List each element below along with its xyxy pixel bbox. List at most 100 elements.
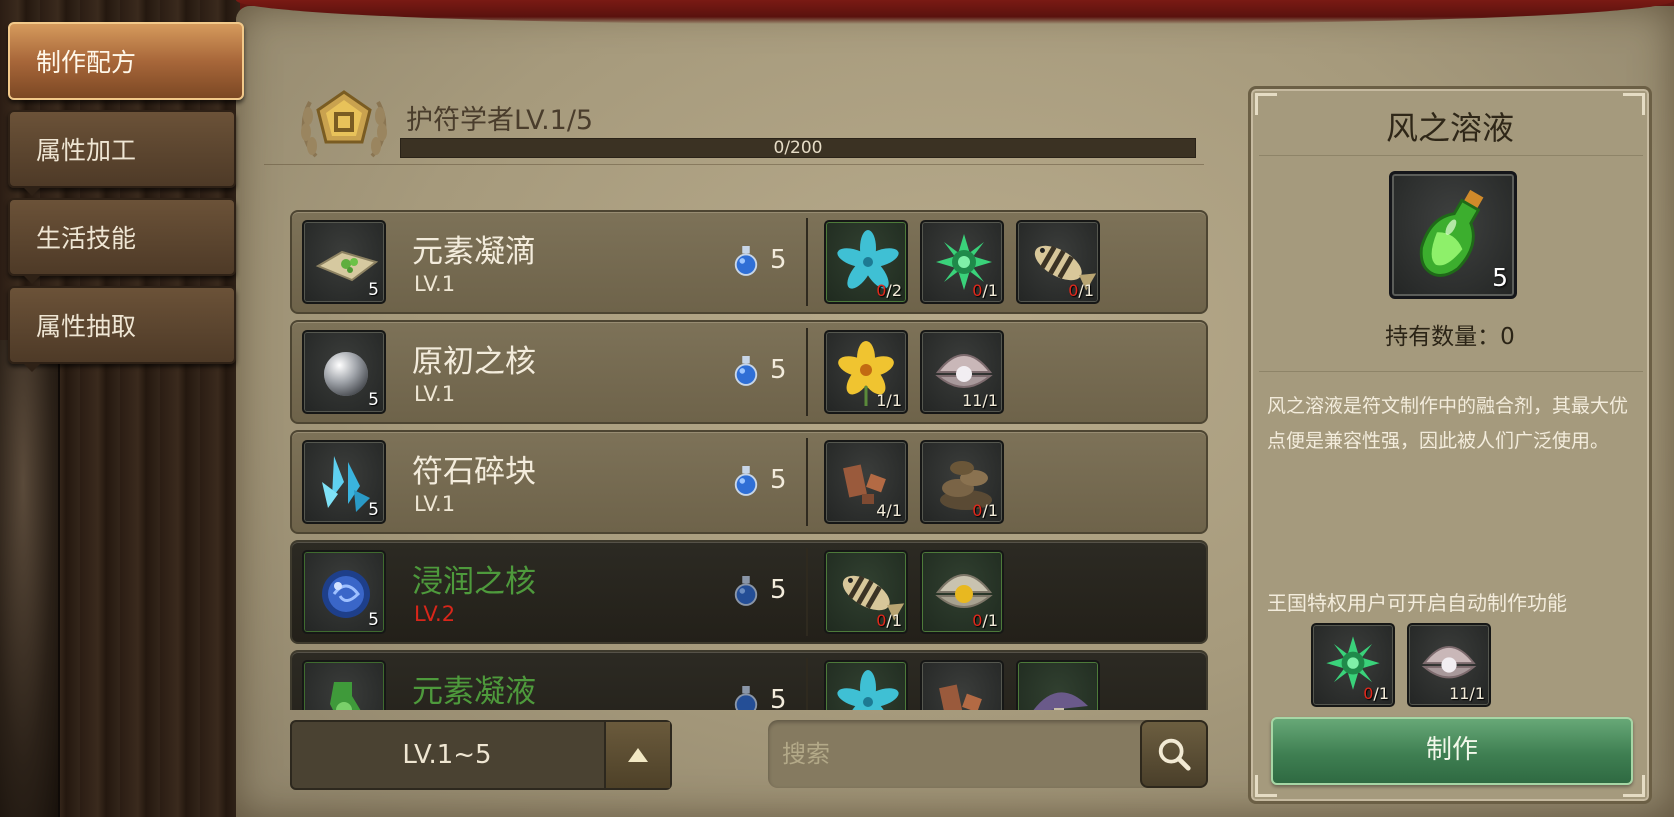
- recipe-cost: 5: [732, 460, 812, 500]
- material-need: /1: [982, 501, 998, 520]
- tab-life-skills[interactable]: 生活技能: [8, 198, 236, 284]
- cost-value: 5: [770, 575, 787, 605]
- detail-item-count: 5: [1492, 263, 1508, 292]
- material-have: 0: [876, 611, 887, 630]
- recipe-row[interactable]: 5 原初之核 LV.1 5 1/1 11/1: [290, 320, 1208, 424]
- recipe-row[interactable]: 5 元素凝滴 LV.1 5 0/2 0/1 0/1: [290, 210, 1208, 314]
- material-need: /1: [982, 391, 998, 410]
- search-button[interactable]: [1140, 720, 1208, 788]
- material-count: 0/1: [972, 611, 998, 630]
- blue-potion-icon: [734, 686, 758, 710]
- material-count: 11/1: [962, 391, 998, 410]
- laurel-badge-icon: [301, 90, 387, 158]
- purple-mushroom-icon: [1033, 692, 1088, 710]
- copper-ore-icon: [939, 684, 982, 710]
- material-count: 0/1: [1068, 281, 1094, 300]
- privilege-note: 王国特权用户可开启自动制作功能: [1267, 591, 1567, 615]
- cost-value: 5: [770, 245, 787, 275]
- item-detail-panel: 风之溶液 5 持有数量：0 风之溶液是符文制作中的融合剂，其最大优点便是兼容性强…: [1248, 86, 1652, 804]
- recipe-name: 元素凝滴: [412, 234, 536, 270]
- make-button[interactable]: 制作: [1271, 717, 1633, 785]
- search-icon: [1158, 738, 1191, 771]
- material-slot[interactable]: 0/2: [824, 220, 908, 304]
- tab-notch: [22, 186, 42, 196]
- material-slot[interactable]: [920, 660, 1004, 710]
- material-have: 0: [1363, 684, 1374, 703]
- detail-title: 风之溶液: [1385, 109, 1514, 147]
- header-divider: [264, 164, 1204, 165]
- recipe-row[interactable]: 5 浸润之核 LV.2 5 0/1 0/1: [290, 540, 1208, 644]
- material-slot[interactable]: 0/1: [920, 440, 1004, 524]
- material-need: /1: [1373, 684, 1389, 703]
- material-slot[interactable]: 0/1: [920, 220, 1004, 304]
- item-count: 5: [368, 390, 379, 410]
- tab-label: 制作配方: [36, 48, 137, 77]
- item-count: 5: [368, 610, 379, 630]
- tab-label: 生活技能: [36, 224, 137, 253]
- material-slot[interactable]: [824, 660, 908, 710]
- search-box: [768, 720, 1208, 788]
- material-count: 0/1: [972, 281, 998, 300]
- material-count: 0/1: [876, 611, 902, 630]
- cost-value: 5: [770, 355, 787, 385]
- owned-quantity: 持有数量：0: [1385, 324, 1515, 350]
- material-need: /2: [886, 281, 902, 300]
- blue-flower-icon: [837, 670, 899, 710]
- recipe-row[interactable]: 5 符石碎块 LV.1 5 4/1 0/1: [290, 430, 1208, 534]
- tab-label: 属性加工: [36, 136, 137, 165]
- material-slot[interactable]: 0/1: [920, 550, 1004, 634]
- material-have: 0: [1068, 281, 1079, 300]
- material-slot[interactable]: [1016, 660, 1100, 710]
- divider: [1259, 371, 1643, 372]
- tab-crafting-recipes[interactable]: 制作配方: [8, 19, 281, 103]
- material-have: 0: [876, 281, 887, 300]
- blue-potion-icon: [734, 356, 758, 386]
- search-input[interactable]: [782, 720, 1122, 788]
- recipe-list[interactable]: 5 元素凝滴 LV.1 5 0/2 0/1 0/1 5 原初之核 LV.1 5 …: [290, 210, 1208, 710]
- tab-attribute-processing[interactable]: 属性加工: [8, 110, 236, 196]
- detail-item-slot: 5: [1389, 171, 1517, 299]
- item-count: 5: [368, 500, 379, 520]
- material-need: /1: [886, 501, 902, 520]
- material-count: 0/2: [876, 281, 902, 300]
- detail-material-slot[interactable]: 11/1: [1407, 623, 1491, 707]
- recipe-cost: 5: [732, 570, 812, 610]
- blue-potion-icon: [734, 466, 758, 496]
- material-slot[interactable]: 11/1: [920, 330, 1004, 414]
- row-separator: [806, 548, 808, 636]
- row-separator: [806, 658, 808, 710]
- divider: [1259, 155, 1643, 156]
- recipe-cost: 5: [732, 680, 812, 710]
- material-slot[interactable]: 4/1: [824, 440, 908, 524]
- tab-attribute-extraction[interactable]: 属性抽取: [8, 286, 236, 372]
- material-slot[interactable]: 0/1: [1016, 220, 1100, 304]
- item-count: 5: [368, 280, 379, 300]
- recipe-name: 浸润之核: [412, 564, 536, 600]
- experience-bar: 0/200: [400, 138, 1196, 158]
- material-count: 11/1: [1449, 684, 1485, 703]
- material-have: 11: [1449, 684, 1470, 703]
- level-filter-label: LV.1~5: [402, 740, 492, 770]
- material-have: 0: [972, 501, 983, 520]
- detail-material-slot[interactable]: 0/1: [1311, 623, 1395, 707]
- recipe-name: 原初之核: [412, 344, 536, 380]
- level-filter-dropdown[interactable]: LV.1~5: [290, 720, 672, 790]
- recipe-item-slot: [302, 660, 386, 710]
- material-slot[interactable]: 0/1: [824, 550, 908, 634]
- background-pillar: [0, 340, 60, 817]
- material-have: 0: [972, 611, 983, 630]
- material-have: 11: [962, 391, 983, 410]
- material-slot[interactable]: 1/1: [824, 330, 908, 414]
- recipe-item-slot: 5: [302, 440, 386, 524]
- material-need: /1: [1078, 281, 1094, 300]
- blue-potion-icon: [734, 576, 758, 606]
- cost-value: 5: [770, 465, 787, 495]
- recipe-row[interactable]: 元素凝液 5: [290, 650, 1208, 710]
- level-filter-toggle-button[interactable]: [604, 722, 670, 788]
- experience-text: 0/200: [773, 138, 823, 158]
- recipe-level: LV.1: [414, 382, 456, 406]
- green-flask-icon: [330, 682, 361, 710]
- recipe-item-slot: 5: [302, 330, 386, 414]
- material-need: /1: [1469, 684, 1485, 703]
- triangle-up-icon: [628, 748, 648, 762]
